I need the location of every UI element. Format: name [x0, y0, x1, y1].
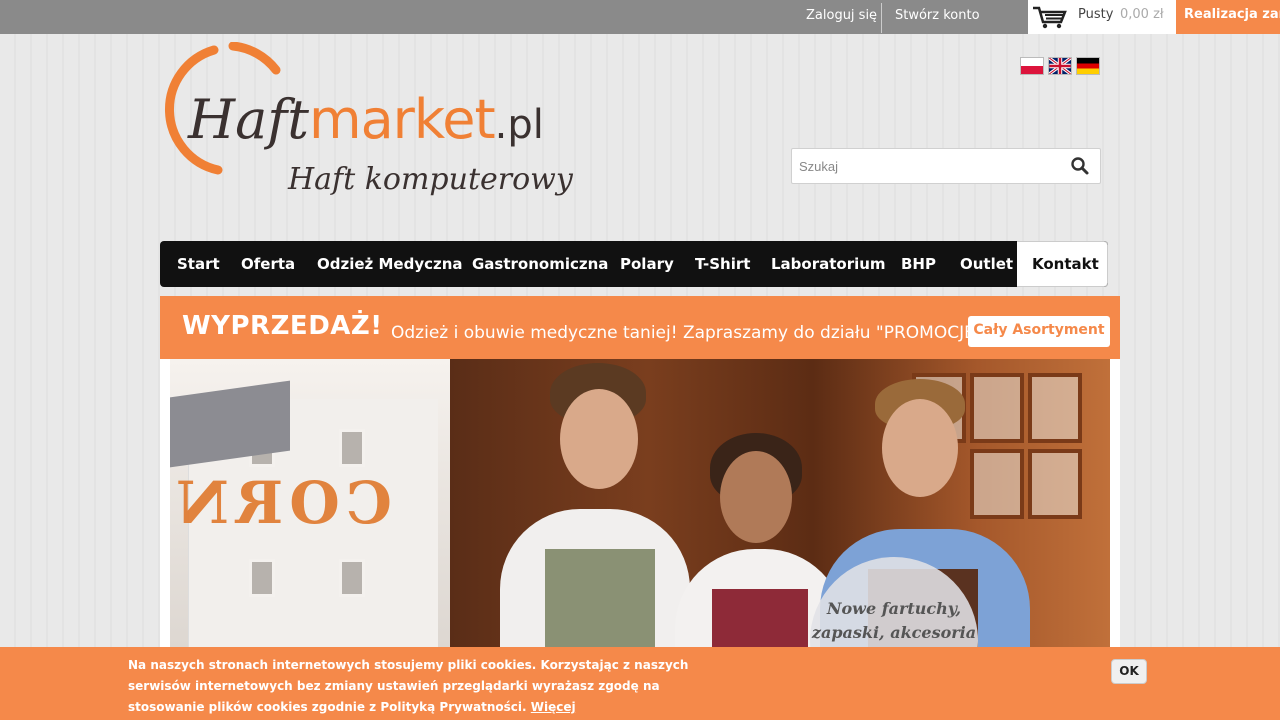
window-pane	[1028, 373, 1082, 443]
top-bar: Zaloguj się Stwórz konto Pusty 0,00 zł R…	[0, 0, 1280, 34]
checkout-button[interactable]: Realizacja zamówienia	[1176, 0, 1280, 34]
hero-slider[interactable]: CORN Nowe fartuchy, zapaski, akcesoria	[160, 359, 1120, 659]
window-pane	[970, 373, 1024, 443]
badge-text: Nowe fartuchy, zapaski, akcesoria	[810, 597, 978, 645]
nav-item-bhp[interactable]: BHP	[901, 241, 936, 287]
window	[339, 559, 365, 597]
search-input[interactable]	[792, 149, 1052, 183]
face	[720, 451, 792, 543]
nav-item-polary[interactable]: Polary	[620, 241, 674, 287]
window	[249, 559, 275, 597]
window	[339, 429, 365, 467]
nav-item-laboratorium[interactable]: Laboratorium	[771, 241, 886, 287]
sale-banner: WYPRZEDAŻ! Odzież i obuwie medyczne tani…	[160, 296, 1120, 359]
main-nav: Start Oferta Odzież Medyczna Gastronomic…	[160, 241, 1108, 287]
sale-text: Odzież i obuwie medyczne taniej! Zaprasz…	[391, 323, 983, 343]
flag-pl-icon[interactable]	[1020, 57, 1044, 75]
topbar-divider	[881, 3, 882, 33]
window-pane	[1028, 449, 1082, 519]
cart-status: Pusty	[1078, 7, 1114, 22]
all-products-button[interactable]: Cały Asortyment	[968, 316, 1110, 347]
site-logo[interactable]: Haftmarket.pl Haft komputerowy	[158, 42, 573, 212]
login-link[interactable]: Zaloguj się	[806, 0, 877, 34]
flag-de-icon[interactable]	[1076, 57, 1100, 75]
nav-item-oferta[interactable]: Oferta	[241, 241, 295, 287]
cafe-interior	[450, 359, 1110, 659]
window-pane	[970, 449, 1024, 519]
nav-item-outlet[interactable]: Outlet	[960, 241, 1013, 287]
cookie-text: Na naszych stronach internetowych stosuj…	[128, 658, 689, 714]
cart-button[interactable]: Pusty 0,00 zł	[1028, 0, 1176, 34]
street-background: CORN	[170, 359, 470, 659]
badge-line-1: Nowe fartuchy,	[826, 599, 962, 618]
nav-item-gastronomiczna[interactable]: Gastronomiczna	[472, 241, 608, 287]
cart-amount: 0,00 zł	[1120, 7, 1164, 22]
nav-item-t-shirt[interactable]: T-Shirt	[695, 241, 750, 287]
badge-line-2: zapaski, akcesoria	[811, 623, 977, 642]
cookie-notice: Na naszych stronach internetowych stosuj…	[0, 647, 1280, 720]
cart-icon	[1033, 6, 1067, 29]
nav-item-odziez-medyczna[interactable]: Odzież Medyczna	[317, 241, 463, 287]
sale-title: WYPRZEDAŻ!	[182, 311, 383, 341]
cookie-message: Na naszych stronach internetowych stosuj…	[128, 655, 728, 718]
hero-image: CORN Nowe fartuchy, zapaski, akcesoria	[170, 359, 1110, 659]
logo-tagline: Haft komputerowy	[288, 162, 573, 197]
cookie-more-link[interactable]: Więcej	[531, 700, 576, 714]
logo-brand: Haftmarket.pl	[188, 88, 544, 151]
face	[882, 399, 958, 497]
nav-item-start[interactable]: Start	[177, 241, 220, 287]
face	[560, 389, 638, 489]
search-icon[interactable]	[1068, 155, 1092, 177]
cookie-ok-button[interactable]: OK	[1111, 659, 1147, 684]
shop-sign-letters: CORN	[170, 469, 392, 537]
union-jack-icon	[1049, 58, 1071, 74]
nav-item-kontakt[interactable]: Kontakt	[1017, 241, 1108, 287]
search-box	[791, 148, 1101, 184]
green-apron	[545, 549, 655, 659]
flag-en-icon[interactable]	[1048, 57, 1072, 75]
register-link[interactable]: Stwórz konto	[895, 0, 980, 34]
